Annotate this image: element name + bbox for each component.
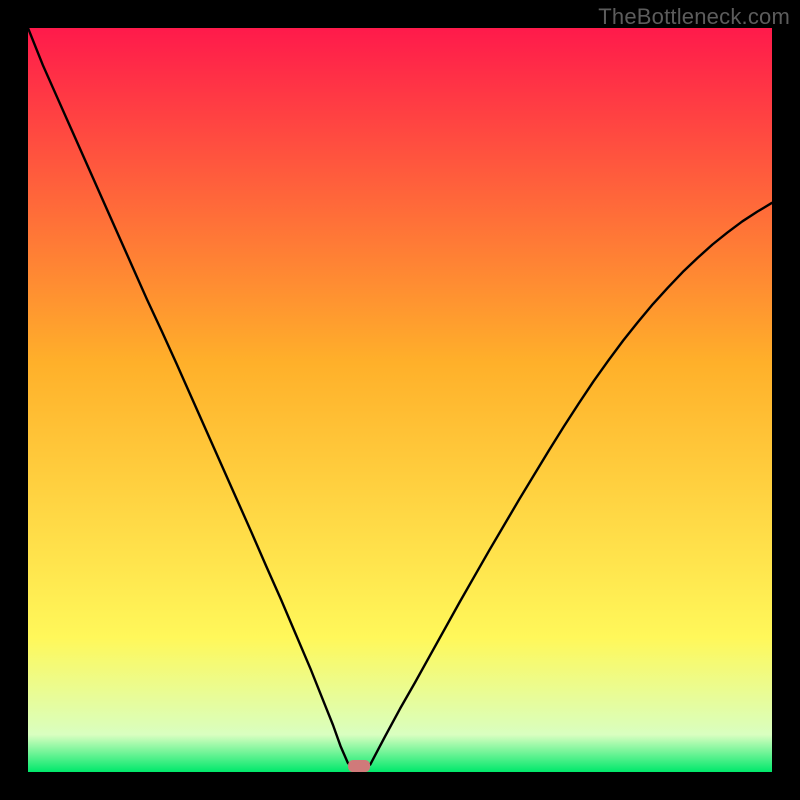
gradient-background [28, 28, 772, 772]
chart-frame: TheBottleneck.com [0, 0, 800, 800]
plot-area [28, 28, 772, 772]
plot-svg [28, 28, 772, 772]
optimal-marker [348, 760, 370, 772]
watermark-text: TheBottleneck.com [598, 4, 790, 30]
